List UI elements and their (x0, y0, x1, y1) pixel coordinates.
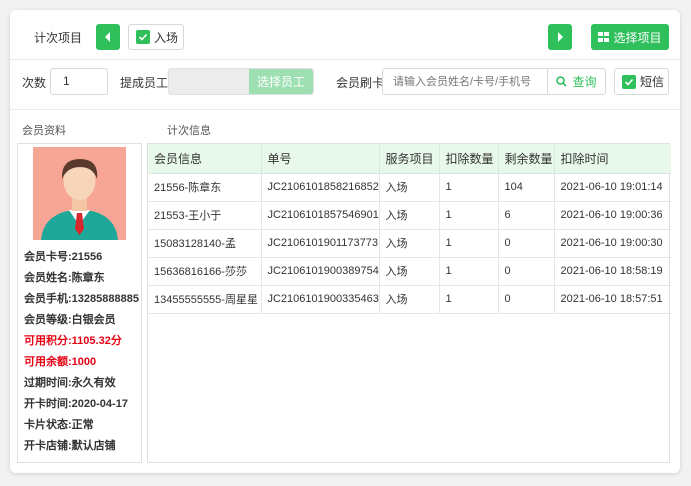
member-status: 卡片状态:正常 (24, 419, 94, 431)
member-store: 开卡店铺:默认店铺 (24, 440, 116, 452)
table-row[interactable]: 21556-陈章东 JC2106101858216852 入场 1 104 20… (148, 173, 671, 202)
member-info-panel: 会员卡号:21556 会员姓名:陈章东 会员手机:13285888885 会员等… (17, 143, 142, 463)
table-row[interactable]: 15083128140-孟 JC2106101901173773 入场 1 0 … (148, 229, 671, 258)
count-panel: 计次项目 入场 选择项目 次数 1 提成员工 选择员工 会员刷卡 查询 短信 会… (10, 10, 680, 473)
member-card-no: 会员卡号:21556 (24, 251, 103, 263)
cell-service: 入场 (379, 229, 440, 258)
cell-deduct-time: 2021-06-10 19:01:14 (554, 173, 671, 202)
grid-icon (598, 32, 610, 42)
member-points: 可用积分:1105.32分 (24, 335, 122, 347)
entry-checkbox[interactable]: 入场 (128, 24, 184, 50)
cell-deduct-qty: 1 (439, 229, 499, 258)
cell-member: 15636816166-莎莎 (148, 257, 262, 286)
cell-member: 21553-王小于 (148, 201, 262, 230)
count-label: 次数 (22, 76, 47, 90)
member-info-title: 会员资料 (22, 125, 66, 137)
divider (10, 59, 680, 60)
cell-deduct-qty: 1 (439, 257, 499, 286)
divider (10, 109, 680, 110)
checkbox-checked-icon (136, 30, 150, 44)
col-header-remaining-qty: 剩余数量 (498, 144, 555, 174)
cell-remaining-qty: 104 (498, 173, 555, 202)
cell-deduct-time: 2021-06-10 18:58:19 (554, 257, 671, 286)
select-project-label: 选择项目 (613, 30, 662, 45)
select-employee-button[interactable]: 选择员工 (249, 69, 313, 94)
table-row[interactable]: 13455555555-周星星 JC2106101900335463 入场 1 … (148, 285, 671, 314)
cell-deduct-qty: 1 (439, 173, 499, 202)
col-header-deduct-time: 扣除时间 (554, 144, 671, 174)
cell-deduct-qty: 1 (439, 285, 499, 314)
cell-order-no: JC2106101900335463 (261, 285, 380, 314)
employee-label: 提成员工 (120, 76, 169, 90)
member-balance: 可用余额:1000 (24, 356, 97, 368)
cell-member: 15083128140-孟 (148, 229, 262, 258)
sms-checkbox[interactable]: 短信 (614, 68, 669, 95)
count-info-title: 计次信息 (167, 125, 211, 137)
table-row[interactable]: 15636816166-莎莎 JC2106101900389754 入场 1 0… (148, 257, 671, 286)
prev-button[interactable] (96, 24, 120, 50)
col-header-service: 服务项目 (379, 144, 440, 174)
chevron-left-icon (105, 32, 110, 42)
member-expire: 过期时间:永久有效 (24, 377, 116, 389)
col-header-order-no: 单号 (261, 144, 380, 174)
table-row[interactable]: 21553-王小于 JC2106101857546901 入场 1 6 2021… (148, 201, 671, 230)
user-avatar-icon (33, 147, 126, 240)
query-button[interactable]: 查询 (547, 68, 606, 95)
search-icon (556, 76, 568, 87)
checkbox-checked-icon (622, 74, 636, 89)
next-button[interactable] (548, 24, 572, 50)
cell-remaining-qty: 6 (498, 201, 555, 230)
chevron-right-icon (558, 32, 563, 42)
cell-remaining-qty: 0 (498, 229, 555, 258)
avatar (33, 147, 126, 240)
page-title: 计次项目 (34, 31, 83, 45)
entry-checkbox-label: 入场 (154, 30, 179, 45)
cell-remaining-qty: 0 (498, 285, 555, 314)
count-input[interactable]: 1 (50, 68, 108, 95)
employee-input[interactable]: 选择员工 (168, 68, 314, 95)
cell-deduct-time: 2021-06-10 18:57:51 (554, 285, 671, 314)
cell-service: 入场 (379, 173, 440, 202)
cell-remaining-qty: 0 (498, 257, 555, 286)
query-label: 查询 (572, 75, 597, 89)
select-project-button[interactable]: 选择项目 (591, 24, 669, 50)
cell-service: 入场 (379, 257, 440, 286)
member-open-date: 开卡时间:2020-04-17 (24, 398, 128, 410)
cell-order-no: JC2106101901173773 (261, 229, 380, 258)
cell-service: 入场 (379, 201, 440, 230)
sms-label: 短信 (640, 75, 665, 89)
member-name: 会员姓名:陈章东 (24, 272, 105, 284)
cell-deduct-qty: 1 (439, 201, 499, 230)
table-header-row: 会员信息 单号 服务项目 扣除数量 剩余数量 扣除时间 (148, 144, 671, 174)
cell-deduct-time: 2021-06-10 19:00:30 (554, 229, 671, 258)
cell-order-no: JC2106101900389754 (261, 257, 380, 286)
cell-order-no: JC2106101858216852 (261, 173, 380, 202)
cell-member: 13455555555-周星星 (148, 285, 262, 314)
cell-order-no: JC2106101857546901 (261, 201, 380, 230)
col-header-member: 会员信息 (148, 144, 262, 174)
cell-deduct-time: 2021-06-10 19:00:36 (554, 201, 671, 230)
card-label: 会员刷卡 (336, 76, 385, 90)
count-records-table: 会员信息 单号 服务项目 扣除数量 剩余数量 扣除时间 21556-陈章东 JC… (148, 144, 671, 314)
col-header-deduct-qty: 扣除数量 (439, 144, 499, 174)
cell-member: 21556-陈章东 (148, 173, 262, 202)
member-level: 会员等级:白银会员 (24, 314, 116, 326)
card-search-input[interactable] (382, 68, 548, 95)
count-info-panel: 会员信息 单号 服务项目 扣除数量 剩余数量 扣除时间 21556-陈章东 JC… (147, 143, 671, 463)
member-phone: 会员手机:13285888885 (24, 293, 139, 305)
cell-service: 入场 (379, 285, 440, 314)
